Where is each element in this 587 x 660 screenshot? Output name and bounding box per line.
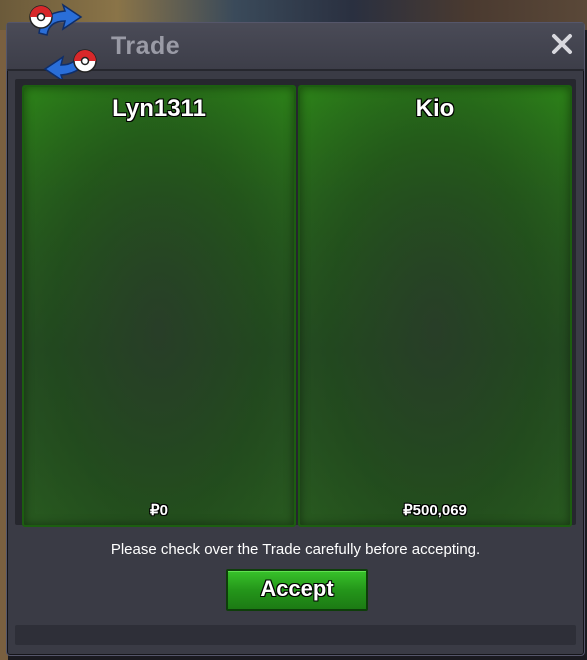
window-footer [15,625,576,645]
accept-button[interactable]: Accept [226,569,368,611]
money-offer: ₽500,069 [403,502,467,519]
partner-name: Kio [415,95,455,122]
trade-panel-self[interactable]: Lyn1311 ₽0 [22,85,296,527]
trade-window: Trade Lyn1311 ₽0 Kio ₽500,069 Please che… [6,3,585,656]
trade-notice: Please check over the Trade carefully be… [110,541,481,558]
player-name: Lyn1311 [112,95,206,122]
trade-panel-partner[interactable]: Kio ₽500,069 [298,85,572,527]
trade-exchange-icon [29,3,97,83]
close-icon[interactable] [550,32,574,56]
money-offer: ₽0 [150,502,168,519]
window-title: Trade [111,32,181,60]
